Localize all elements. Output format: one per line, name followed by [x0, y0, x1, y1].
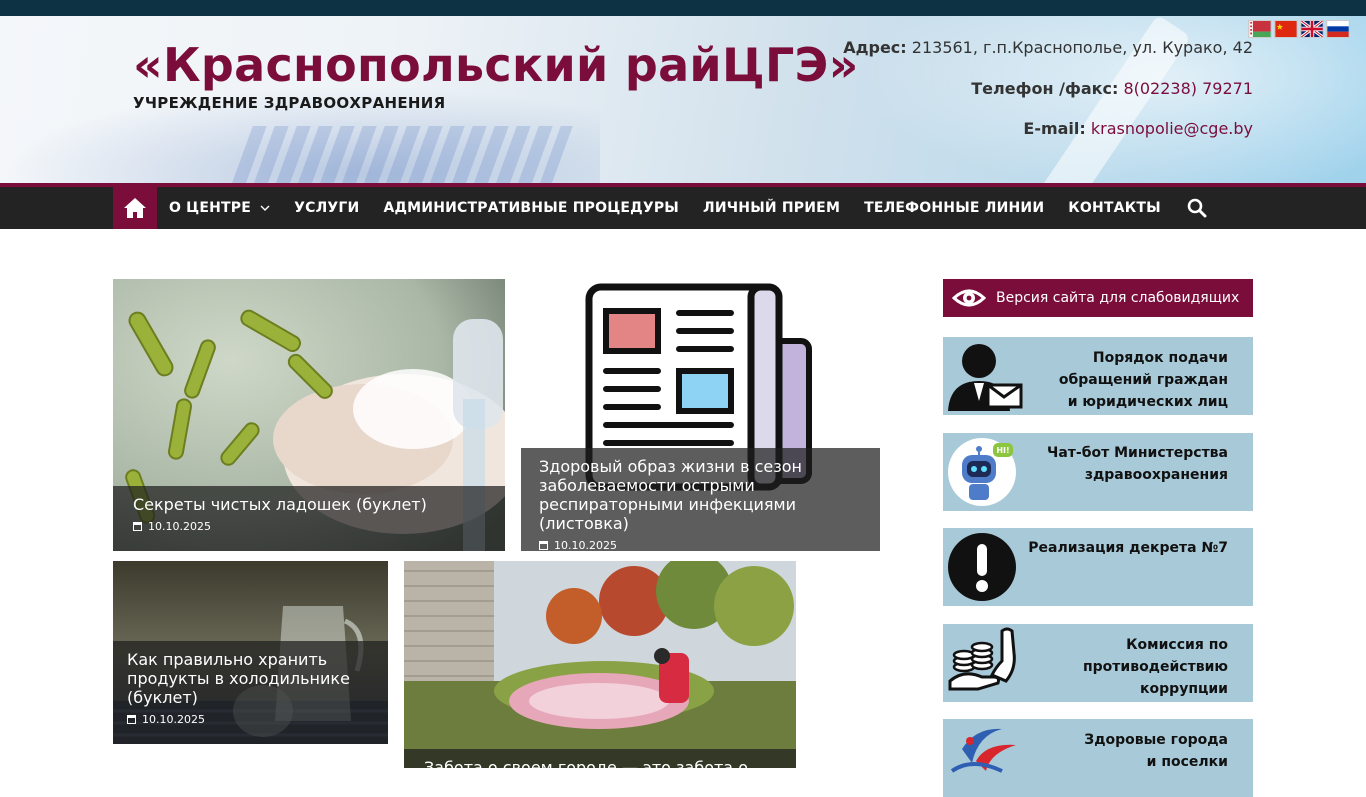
chatbot-badge: HI! — [996, 446, 1009, 455]
post-card[interactable]: Как правильно хранить продукты в холодил… — [113, 561, 388, 744]
post-date: 10.10.2025 — [539, 539, 862, 551]
banner-chatbot[interactable]: HI! Чат-бот Министерства здравоохранения — [943, 433, 1253, 511]
accessibility-version-button[interactable]: Версия сайта для слабовидящих — [943, 279, 1253, 317]
nav-services[interactable]: УСЛУГИ — [282, 187, 371, 229]
nav-admin-procedures[interactable]: АДМИНИСТРАТИВНЫЕ ПРОЦЕДУРЫ — [371, 187, 691, 229]
contact-email: E-mail: krasnopolie@cge.by — [1023, 119, 1253, 138]
chevron-down-icon — [260, 205, 270, 211]
post-date: 10.10.2025 — [127, 713, 374, 726]
banner-appeals-text: Порядок подачи обращений граждан и юриди… — [1058, 350, 1228, 410]
top-strip — [0, 0, 1366, 16]
accessibility-label: Версия сайта для слабовидящих — [996, 290, 1240, 306]
banner-appeals[interactable]: Порядок подачи обращений граждан и юриди… — [943, 337, 1253, 415]
post-date-text: 10.10.2025 — [142, 713, 205, 726]
post-caption: Здоровый образ жизни в сезон заболеваемо… — [521, 448, 880, 551]
header-bg-plate — [227, 126, 573, 183]
healthy-cities-logo-icon — [950, 728, 1016, 773]
exclamation-icon — [948, 533, 1016, 601]
chatbot-robot-icon: HI! — [948, 438, 1016, 506]
flag-zh-icon[interactable] — [1274, 20, 1298, 38]
banner-chatbot-text: Чат-бот Министерства здравоохранения — [1047, 445, 1228, 483]
post-title[interactable]: Как правильно хранить продукты в холодил… — [127, 650, 374, 707]
post-card[interactable]: Забота о своем городе — это забота о сво… — [404, 561, 796, 768]
post-card[interactable]: Здоровый образ жизни в сезон заболеваемо… — [521, 279, 880, 551]
banner-healthy-cities[interactable]: Здоровые города и поселки — [943, 719, 1253, 797]
nav-personal-reception[interactable]: ЛИЧНЫЙ ПРИЕМ — [691, 187, 852, 229]
language-switcher — [1248, 20, 1350, 38]
phone-label: Телефон /факс: — [971, 79, 1119, 98]
phone-link[interactable]: 8(02238) 79271 — [1123, 79, 1253, 98]
post-card[interactable]: Секреты чистых ладошек (буклет) 10.10.20… — [113, 279, 505, 551]
person-envelope-icon — [948, 344, 1023, 411]
flag-be-icon[interactable] — [1248, 20, 1272, 38]
site-subtitle: УЧРЕЖДЕНИЕ ЗДРАВООХРАНЕНИЯ — [133, 94, 446, 112]
main-nav: О ЦЕНТРЕ УСЛУГИ АДМИНИСТРАТИВНЫЕ ПРОЦЕДУ… — [0, 183, 1366, 229]
home-icon — [124, 198, 146, 218]
site-title[interactable]: «Краснопольский райЦГЭ» — [133, 38, 859, 92]
post-title[interactable]: Секреты чистых ладошек (буклет) — [133, 495, 485, 514]
post-date-text: 10.10.2025 — [554, 539, 617, 551]
nav-phone-lines[interactable]: ТЕЛЕФОННЫЕ ЛИНИИ — [852, 187, 1056, 229]
search-button[interactable] — [1185, 187, 1209, 229]
banner-anticorruption[interactable]: Комиссия по противодействию коррупции — [943, 624, 1253, 702]
email-link[interactable]: krasnopolie@cge.by — [1091, 119, 1253, 138]
post-date-text: 10.10.2025 — [148, 520, 211, 533]
calendar-icon — [133, 522, 142, 531]
banner-anticorruption-text: Комиссия по противодействию коррупции — [1082, 637, 1228, 697]
nav-about-label: О ЦЕНТРЕ — [169, 200, 252, 216]
home-button[interactable] — [113, 187, 157, 229]
banner-decree-7[interactable]: Реализация декрета №7 — [943, 528, 1253, 606]
post-caption: Секреты чистых ладошек (буклет) 10.10.20… — [113, 486, 505, 551]
email-label: E-mail: — [1023, 119, 1086, 138]
post-image-flowerbed — [404, 561, 796, 768]
banner-healthy-cities-text: Здоровые города и поселки — [1084, 732, 1228, 770]
post-caption: Забота о своем городе — это забота о сво… — [404, 749, 796, 768]
address-label: Адрес: — [843, 38, 907, 57]
post-title[interactable]: Здоровый образ жизни в сезон заболеваемо… — [539, 457, 862, 533]
search-icon — [1187, 198, 1207, 218]
flag-en-icon[interactable] — [1300, 20, 1324, 38]
post-caption: Как правильно хранить продукты в холодил… — [113, 641, 388, 744]
calendar-icon — [539, 541, 548, 550]
nav-contacts[interactable]: КОНТАКТЫ — [1056, 187, 1173, 229]
post-date: 10.10.2025 — [133, 520, 485, 533]
address-value: 213561, г.п.Краснополье, ул. Курако, 42 — [911, 38, 1253, 57]
post-title[interactable]: Забота о своем городе — это забота о сво… — [424, 758, 776, 768]
flag-ru-icon[interactable] — [1326, 20, 1350, 38]
eye-icon — [952, 289, 986, 307]
hand-coins-icon — [948, 627, 1016, 691]
nav-about[interactable]: О ЦЕНТРЕ — [157, 187, 282, 229]
banner-decree-7-text: Реализация декрета №7 — [1028, 540, 1228, 556]
calendar-icon — [127, 715, 136, 724]
contact-phone: Телефон /факс: 8(02238) 79271 — [971, 79, 1253, 98]
contact-address: Адрес: 213561, г.п.Краснополье, ул. Кура… — [843, 38, 1253, 57]
